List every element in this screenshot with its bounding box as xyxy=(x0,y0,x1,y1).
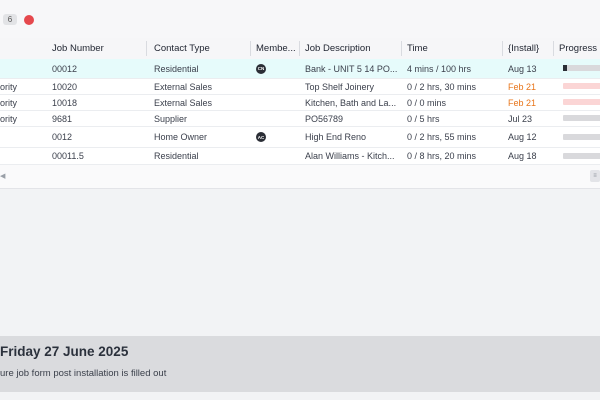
day-note-text: ure job form post installation is filled… xyxy=(0,368,167,379)
column-divider[interactable] xyxy=(250,41,251,56)
member-cell[interactable]: AC xyxy=(256,127,296,147)
column-header-install[interactable]: {Install} xyxy=(508,38,552,59)
time-cell: 0 / 0 mins xyxy=(407,97,447,108)
install-date-cell: Jul 23 xyxy=(508,113,533,124)
progress-bar xyxy=(563,83,600,89)
job-number-cell: 00011.5 xyxy=(52,151,84,161)
row-lead-cell xyxy=(0,148,44,164)
install-date-cell: Aug 18 xyxy=(508,151,537,161)
job-description-cell: High End Reno xyxy=(305,132,367,142)
day-note-panel: Friday 27 June 2025 ure job form post in… xyxy=(0,336,600,392)
contact-type-cell: Residential xyxy=(154,151,199,161)
member-cell[interactable] xyxy=(256,111,296,126)
contact-type-cell: Residential xyxy=(154,63,199,74)
column-header-members[interactable]: Membe... xyxy=(256,38,298,59)
install-date-cell: Aug 13 xyxy=(508,63,537,74)
table-row[interactable]: ority 9681 Supplier PO56789 0 / 5 hrs Ju… xyxy=(0,111,600,127)
install-date-cell: Feb 21 xyxy=(508,97,537,108)
member-avatar[interactable]: AC xyxy=(256,132,266,142)
progress-bar xyxy=(563,99,600,105)
progress-bar xyxy=(563,134,600,140)
member-cell[interactable]: CN xyxy=(256,59,296,78)
column-header-job-description[interactable]: Job Description xyxy=(305,38,399,59)
status-dot-icon[interactable] xyxy=(24,15,34,25)
column-header-job-number[interactable]: Job Number xyxy=(52,38,144,59)
count-badge: 6 xyxy=(3,14,17,25)
column-header-time[interactable]: Time xyxy=(407,38,501,59)
column-divider[interactable] xyxy=(299,41,300,56)
job-description-cell: Top Shelf Joinery xyxy=(305,81,375,92)
column-divider[interactable] xyxy=(146,41,147,56)
job-number-cell: 10018 xyxy=(52,97,78,108)
job-description-cell: Kitchen, Bath and La... xyxy=(305,97,397,108)
job-number-cell: 9681 xyxy=(52,113,73,124)
member-cell[interactable] xyxy=(256,95,296,110)
job-description-cell: Alan Williams - Kitch... xyxy=(305,151,395,161)
time-cell: 0 / 2 hrs, 30 mins xyxy=(407,81,477,92)
column-divider[interactable] xyxy=(553,41,554,56)
member-cell[interactable] xyxy=(256,79,296,94)
top-toolbar: 6 xyxy=(0,0,600,39)
table-row[interactable]: ority 10020 External Sales Top Shelf Joi… xyxy=(0,79,600,95)
column-divider[interactable] xyxy=(401,41,402,56)
install-date-cell: Feb 21 xyxy=(508,81,537,92)
member-avatar[interactable]: CN xyxy=(256,63,266,74)
row-lead-cell xyxy=(0,59,44,78)
job-number-cell: 10020 xyxy=(52,81,78,92)
scroll-handle-icon[interactable]: ≡ xyxy=(590,170,600,182)
time-cell: 0 / 5 hrs xyxy=(407,113,440,124)
time-cell: 0 / 8 hrs, 20 mins xyxy=(407,151,477,161)
column-divider[interactable] xyxy=(502,41,503,56)
table-header: Job Number Contact Type Membe... Job Des… xyxy=(0,38,600,60)
row-lead-cell: ority xyxy=(0,113,18,124)
table-row[interactable]: 00011.5 Residential Alan Williams - Kitc… xyxy=(0,148,600,165)
column-header-progress[interactable]: Progress xyxy=(559,38,600,59)
time-cell: 0 / 2 hrs, 55 mins xyxy=(407,132,477,142)
contact-type-cell: Home Owner xyxy=(154,132,208,142)
install-date-cell: Aug 12 xyxy=(508,132,537,142)
row-lead-cell: ority xyxy=(0,81,18,92)
column-header-contact-type[interactable]: Contact Type xyxy=(154,38,246,59)
row-lead-cell: ority xyxy=(0,97,18,108)
row-lead-cell xyxy=(0,127,44,147)
table-row[interactable]: 00012 Residential CN Bank - UNIT 5 14 PO… xyxy=(0,59,600,79)
progress-bar xyxy=(563,153,600,159)
time-cell: 4 mins / 100 hrs xyxy=(407,63,472,74)
job-description-cell: PO56789 xyxy=(305,113,344,124)
day-heading: Friday 27 June 2025 xyxy=(0,344,129,359)
scroll-left-icon[interactable]: ◀ xyxy=(0,172,8,182)
job-description-cell: Bank - UNIT 5 14 PO... xyxy=(305,63,398,74)
job-number-cell: 00012 xyxy=(52,63,78,74)
table-row[interactable]: ority 10018 External Sales Kitchen, Bath… xyxy=(0,95,600,111)
job-number-cell: 0012 xyxy=(52,132,73,142)
progress-bar xyxy=(563,115,600,121)
contact-type-cell: External Sales xyxy=(154,81,213,92)
member-cell[interactable] xyxy=(256,148,296,164)
jobs-table: Job Number Contact Type Membe... Job Des… xyxy=(0,38,600,189)
progress-bar xyxy=(563,65,600,71)
table-row[interactable]: 0012 Home Owner AC High End Reno 0 / 2 h… xyxy=(0,127,600,148)
contact-type-cell: Supplier xyxy=(154,113,188,124)
contact-type-cell: External Sales xyxy=(154,97,213,108)
progress-fill xyxy=(563,65,567,71)
